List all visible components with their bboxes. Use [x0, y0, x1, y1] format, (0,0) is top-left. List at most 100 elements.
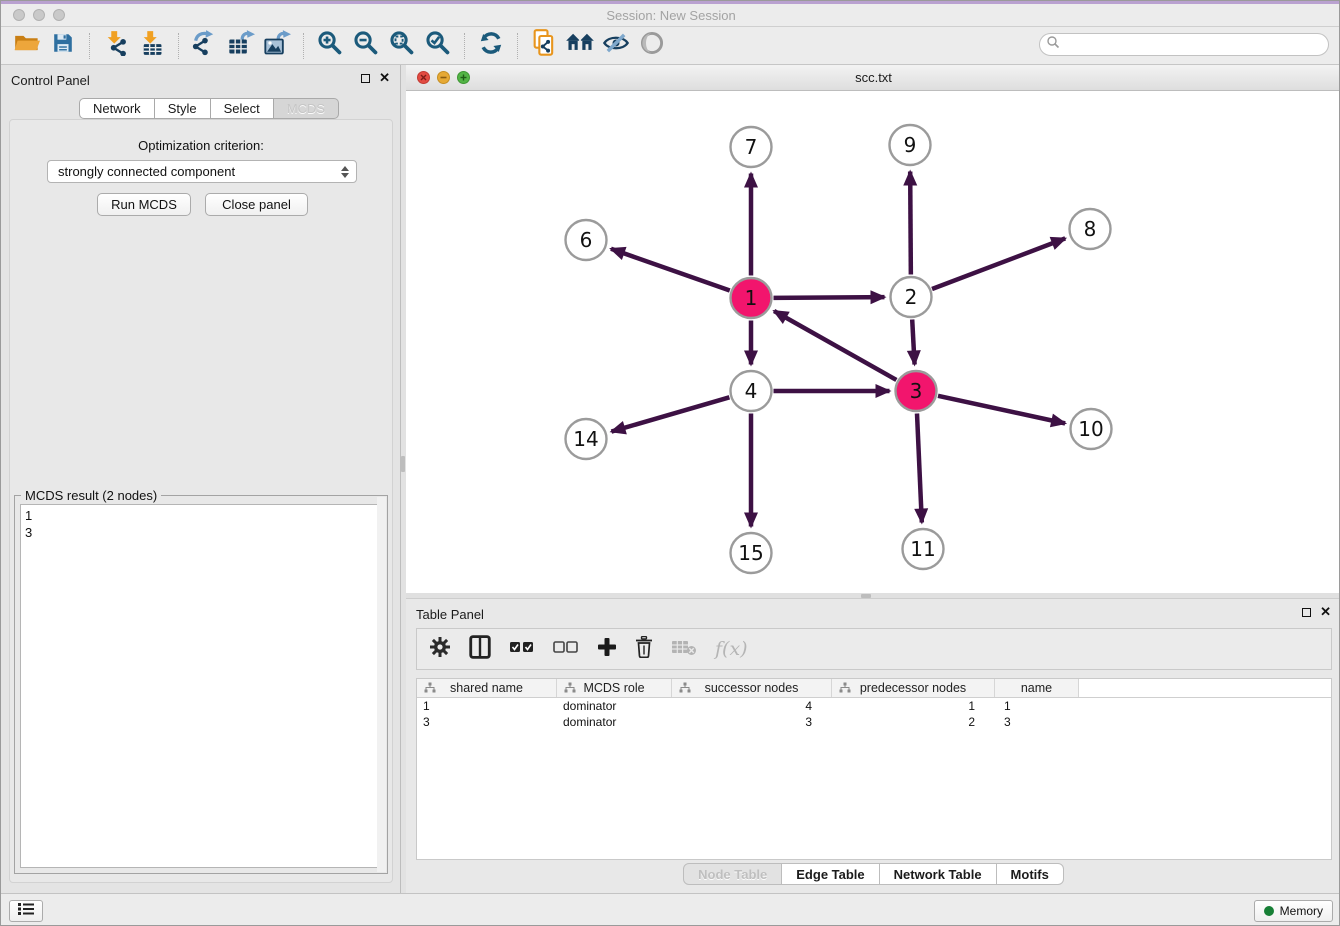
- mcds-result-text[interactable]: 1 3: [20, 504, 382, 868]
- column-label: name: [1021, 681, 1052, 695]
- table-panel: Table Panel ✕: [406, 598, 1340, 893]
- mcds-result-title: MCDS result (2 nodes): [21, 488, 161, 503]
- export-image-button[interactable]: [259, 30, 295, 62]
- table-cell[interactable]: 1: [995, 698, 1079, 714]
- search-icon: [1046, 35, 1060, 54]
- float-panel-icon[interactable]: [361, 74, 370, 83]
- table-row[interactable]: 3dominator323: [417, 714, 1331, 730]
- result-scrollbar[interactable]: [377, 497, 386, 872]
- duplicate-network-button[interactable]: [526, 30, 562, 62]
- save-session-button[interactable]: [45, 30, 81, 62]
- criterion-value: strongly connected component: [58, 164, 235, 179]
- network-view-window: scc.txt 7968124314101511: [406, 65, 1340, 593]
- graph-edge-1-6[interactable]: [611, 249, 730, 291]
- open-session-button[interactable]: [9, 30, 45, 62]
- table-cell[interactable]: 1: [832, 698, 995, 714]
- apply-layout-button[interactable]: [473, 30, 509, 62]
- graph-edge-3-11[interactable]: [917, 413, 922, 522]
- tab-mcds[interactable]: MCDS: [274, 98, 339, 119]
- export-network-icon: [191, 30, 219, 61]
- float-table-panel-icon[interactable]: [1302, 608, 1311, 617]
- graph-edge-2-8[interactable]: [932, 238, 1065, 289]
- graph-node-label-10: 10: [1078, 417, 1103, 441]
- network-canvas[interactable]: 7968124314101511: [406, 91, 1340, 593]
- task-history-button[interactable]: [9, 900, 43, 922]
- tab-edge-table[interactable]: Edge Table: [782, 863, 879, 885]
- export-table-icon: [227, 30, 255, 61]
- graph-arrowhead-2-9: [903, 169, 917, 185]
- column-header-shared-name[interactable]: shared name: [417, 679, 557, 697]
- table-panel-tabs: Node Table Edge Table Network Table Moti…: [406, 863, 1340, 885]
- graph-node-label-8: 8: [1084, 217, 1097, 241]
- function-builder-button-disabled: f(x): [715, 638, 748, 660]
- import-table-button[interactable]: [134, 30, 170, 62]
- network-graph[interactable]: 7968124314101511: [406, 91, 1340, 593]
- graph-node-label-15: 15: [738, 541, 763, 565]
- network-window-titlebar: scc.txt: [406, 65, 1340, 91]
- table-cell[interactable]: dominator: [557, 714, 672, 730]
- table-row[interactable]: 1dominator411: [417, 698, 1331, 714]
- graph-arrowhead-1-2: [870, 290, 886, 304]
- column-header-predecessor-nodes[interactable]: predecessor nodes: [832, 679, 995, 697]
- column-header-filler: [1079, 679, 1331, 697]
- run-mcds-button[interactable]: Run MCDS: [97, 193, 191, 216]
- column-header-successor-nodes[interactable]: successor nodes: [672, 679, 832, 697]
- table-cell-filler: [1079, 714, 1331, 730]
- tab-network-table[interactable]: Network Table: [880, 863, 997, 885]
- control-panel: Control Panel ✕ Network Style Select MCD…: [1, 65, 401, 893]
- graph-edge-3-1[interactable]: [774, 311, 896, 380]
- table-cell[interactable]: 4: [672, 698, 832, 714]
- zoom-selected-icon: [425, 30, 451, 61]
- vertical-splitter-handle[interactable]: [401, 456, 405, 472]
- tab-network[interactable]: Network: [79, 98, 155, 119]
- graph-arrowhead-2-3: [907, 350, 921, 366]
- houses-button[interactable]: [562, 30, 598, 62]
- show-columns-button[interactable]: [469, 635, 491, 664]
- table-cell[interactable]: 1: [417, 698, 557, 714]
- delete-column-button[interactable]: [635, 636, 653, 663]
- toolbar-separator: [303, 33, 304, 59]
- zoom-in-button[interactable]: [312, 30, 348, 62]
- graph-edge-1-2[interactable]: [773, 297, 884, 298]
- tab-select[interactable]: Select: [211, 98, 274, 119]
- close-panel-button[interactable]: Close panel: [205, 193, 308, 216]
- graph-edge-3-10[interactable]: [938, 396, 1065, 424]
- main-toolbar: [1, 27, 1340, 65]
- zoom-out-button[interactable]: [348, 30, 384, 62]
- add-column-button[interactable]: [597, 637, 617, 662]
- graph-edge-4-14[interactable]: [611, 397, 729, 431]
- column-label: successor nodes: [705, 681, 799, 695]
- search-field: [1039, 33, 1329, 56]
- table-cell[interactable]: dominator: [557, 698, 672, 714]
- hide-graphics-button[interactable]: [598, 30, 634, 62]
- import-network-button[interactable]: [98, 30, 134, 62]
- search-input[interactable]: [1060, 35, 1328, 54]
- tab-motifs[interactable]: Motifs: [997, 863, 1064, 885]
- close-panel-icon[interactable]: ✕: [379, 72, 390, 84]
- memory-button[interactable]: Memory: [1254, 900, 1333, 922]
- table-settings-button[interactable]: [429, 636, 451, 663]
- network-window-title: scc.txt: [406, 70, 1340, 85]
- export-table-button[interactable]: [223, 30, 259, 62]
- tree-icon: [839, 682, 851, 697]
- table-cell[interactable]: 3: [995, 714, 1079, 730]
- graph-node-label-4: 4: [745, 379, 758, 403]
- tab-style[interactable]: Style: [155, 98, 211, 119]
- export-network-button[interactable]: [187, 30, 223, 62]
- table-cell[interactable]: 2: [832, 714, 995, 730]
- deselect-all-button[interactable]: [553, 640, 579, 659]
- column-header-mcds-role[interactable]: MCDS role: [557, 679, 672, 697]
- table-cell[interactable]: 3: [417, 714, 557, 730]
- graph-edge-2-9[interactable]: [910, 171, 911, 274]
- toolbar-separator: [89, 33, 90, 59]
- tab-node-table[interactable]: Node Table: [683, 863, 782, 885]
- close-table-panel-icon[interactable]: ✕: [1320, 606, 1331, 618]
- show-graphics-button[interactable]: [634, 30, 670, 62]
- status-bar: Memory: [1, 893, 1340, 926]
- zoom-fit-button[interactable]: [384, 30, 420, 62]
- column-header-name[interactable]: name: [995, 679, 1079, 697]
- table-cell[interactable]: 3: [672, 714, 832, 730]
- optimization-criterion-select[interactable]: strongly connected component: [47, 160, 357, 183]
- zoom-selected-button[interactable]: [420, 30, 456, 62]
- select-all-button[interactable]: [509, 640, 535, 659]
